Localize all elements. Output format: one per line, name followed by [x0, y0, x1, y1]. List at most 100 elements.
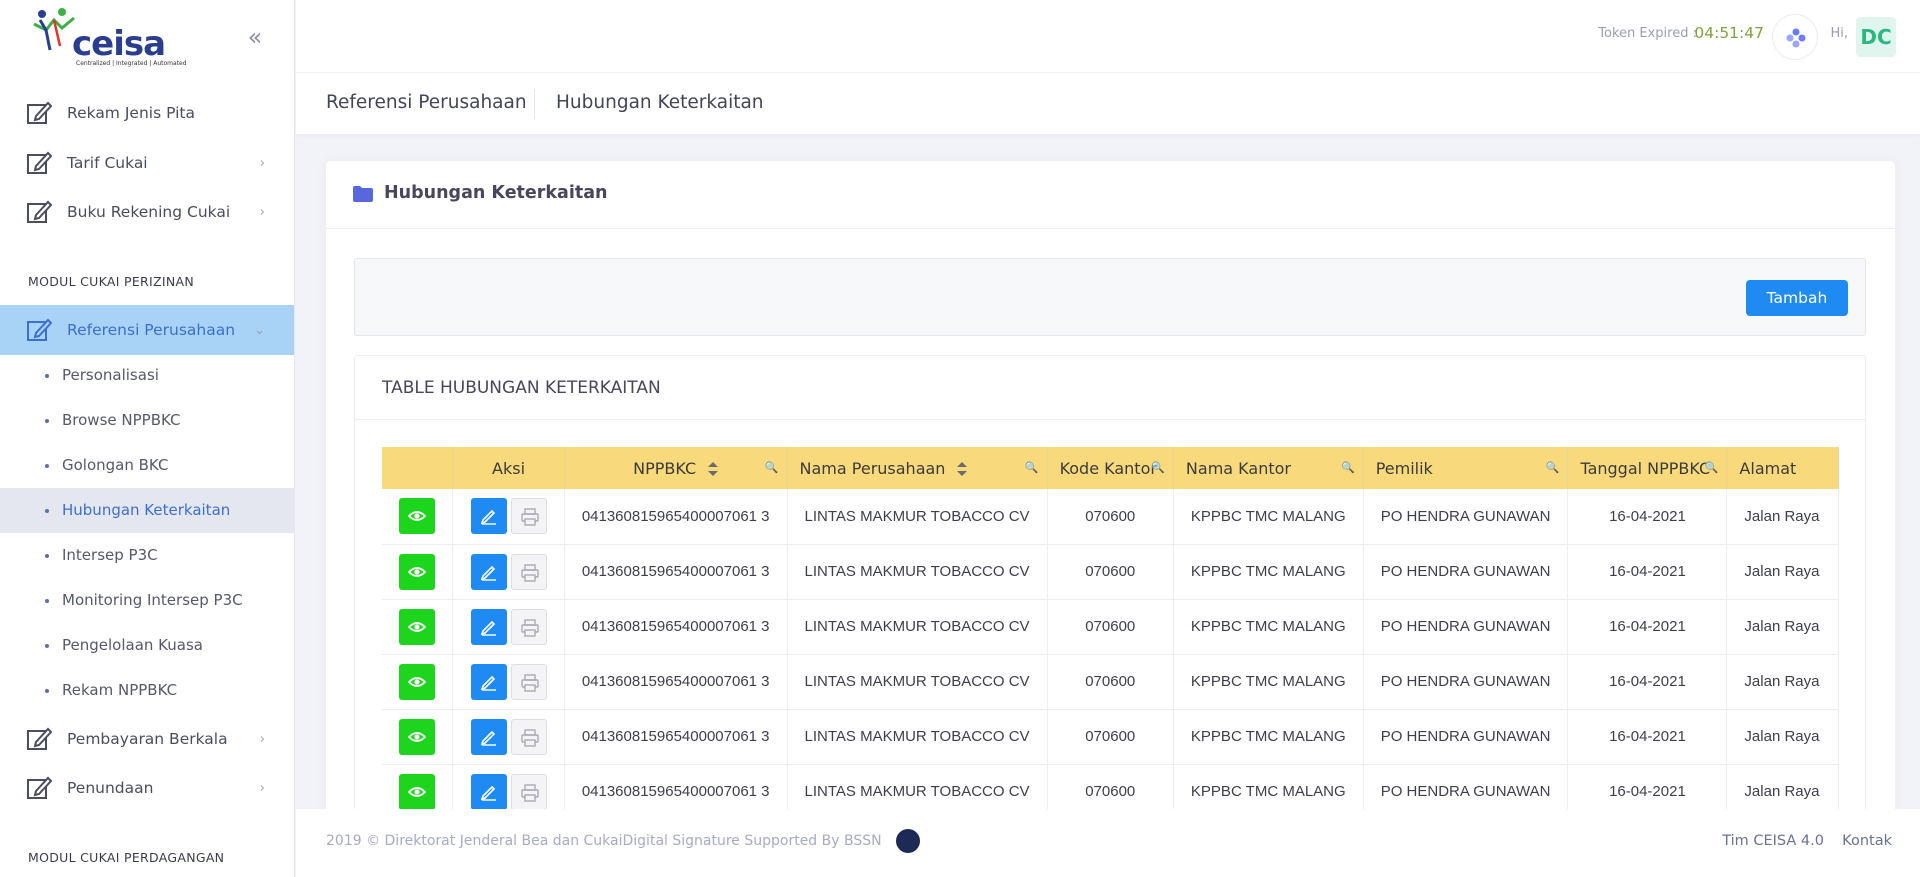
- search-icon[interactable]: 🔍: [765, 461, 779, 474]
- column-header-tanggal-nppbkc[interactable]: Tanggal NPPBKC 🔍: [1567, 447, 1728, 489]
- cell-tanggal-nppbkc: 16-04-2021: [1567, 654, 1728, 710]
- cell-tanggal-nppbkc: 16-04-2021: [1567, 544, 1728, 600]
- column-header-kode-kantor[interactable]: Kode Kantor 🔍: [1047, 447, 1174, 489]
- cell-alamat: Jalan Raya: [1726, 599, 1839, 655]
- cell-nppbkc: 041360815965400007061 3: [564, 654, 788, 710]
- sidebar-item-rekam-jenis-pita[interactable]: Rekam Jenis Pita: [0, 88, 294, 138]
- table-card-header: TABLE HUBUNGAN KETERKAITAN: [355, 356, 1865, 420]
- print-button[interactable]: [510, 663, 547, 700]
- sidebar: ceisa Centralized | Integrated | Automat…: [0, 0, 295, 877]
- notification-icon[interactable]: [1772, 14, 1818, 60]
- cell-pemilik: PO HENDRA GUNAWAN: [1363, 489, 1569, 545]
- sidebar-subitem-pengelolaan-kuasa[interactable]: Pengelolaan Kuasa: [0, 623, 294, 668]
- action-cell: [452, 544, 565, 600]
- print-button[interactable]: [510, 498, 547, 535]
- bullet-icon: [45, 509, 49, 513]
- sidebar-item-tarif-cukai[interactable]: Tarif Cukai ›: [0, 138, 294, 188]
- sidebar-subitem-personalisasi[interactable]: Personalisasi: [0, 353, 294, 398]
- printer-icon: [520, 728, 539, 747]
- portlet-header: Hubungan Keterkaitan: [326, 161, 1895, 229]
- cell-nama-kantor: KPPBC TMC MALANG: [1173, 544, 1364, 600]
- sidebar-item-label: Pembayaran Berkala: [67, 730, 228, 748]
- view-button[interactable]: [399, 553, 436, 590]
- cell-nama-perusahaan: LINTAS MAKMUR TOBACCO CV: [787, 654, 1048, 710]
- edit-button[interactable]: [470, 773, 507, 810]
- cell-nppbkc: 041360815965400007061 3: [564, 489, 788, 545]
- view-button[interactable]: [399, 718, 436, 755]
- breadcrumb-parent[interactable]: Referensi Perusahaan: [326, 92, 527, 113]
- bullet-icon: [45, 554, 49, 558]
- cell-kode-kantor: 070600: [1047, 599, 1174, 655]
- search-icon[interactable]: 🔍: [1705, 461, 1719, 474]
- view-button[interactable]: [399, 663, 436, 700]
- sidebar-item-referensi-perusahaan[interactable]: Referensi Perusahaan ⌄: [0, 305, 294, 355]
- cell-nama-perusahaan: LINTAS MAKMUR TOBACCO CV: [787, 489, 1048, 545]
- cell-pemilik: PO HENDRA GUNAWAN: [1363, 599, 1569, 655]
- sidebar-subitem-intersep-p3c[interactable]: Intersep P3C: [0, 533, 294, 578]
- view-button[interactable]: [399, 608, 436, 645]
- toolbar: Tambah: [354, 258, 1866, 336]
- column-header-nama-kantor[interactable]: Nama Kantor 🔍: [1173, 447, 1364, 489]
- view-cell: [382, 599, 454, 655]
- logo-wordmark: ceisa: [72, 24, 166, 64]
- sort-icon[interactable]: [957, 462, 968, 476]
- column-header-nppbkc[interactable]: NPPBKC 🔍: [564, 447, 788, 489]
- table-row: 041360815965400007061 3 LINTAS MAKMUR TOB…: [382, 709, 1839, 765]
- search-icon[interactable]: 🔍: [1341, 461, 1355, 474]
- bullet-icon: [45, 689, 49, 693]
- sort-icon[interactable]: [708, 462, 719, 476]
- edit-button[interactable]: [470, 553, 507, 590]
- ceisa-logo[interactable]: ceisa Centralized | Integrated | Automat…: [32, 6, 187, 68]
- footer-link-kontak[interactable]: Kontak: [1842, 833, 1892, 849]
- logo-tagline: Centralized | Integrated | Automated: [76, 60, 187, 67]
- cell-tanggal-nppbkc: 16-04-2021: [1567, 599, 1728, 655]
- table-row: 041360815965400007061 3 LINTAS MAKMUR TOB…: [382, 544, 1839, 600]
- column-header-label: Pemilik: [1375, 458, 1433, 478]
- print-button[interactable]: [510, 773, 547, 810]
- sidebar-subitem-browse-nppbkc[interactable]: Browse NPPBKC: [0, 398, 294, 443]
- view-button[interactable]: [399, 498, 436, 535]
- footer-link-tim-ceisa[interactable]: Tim CEISA 4.0: [1722, 833, 1824, 849]
- cell-pemilik: PO HENDRA GUNAWAN: [1363, 544, 1569, 600]
- column-header-nama-perusahaan[interactable]: Nama Perusahaan 🔍: [787, 447, 1048, 489]
- search-icon[interactable]: 🔍: [1025, 461, 1039, 474]
- sidebar-item-label: Buku Rekening Cukai: [67, 203, 231, 221]
- sidebar-item-buku-rekening-cukai[interactable]: Buku Rekening Cukai ›: [0, 187, 294, 237]
- print-button[interactable]: [510, 553, 547, 590]
- chevron-right-icon: ›: [259, 780, 265, 796]
- printer-icon: [520, 508, 539, 526]
- cell-nama-perusahaan: LINTAS MAKMUR TOBACCO CV: [787, 599, 1048, 655]
- sidebar-item-pembayaran-berkala[interactable]: Pembayaran Berkala ›: [0, 714, 294, 764]
- print-button[interactable]: [510, 718, 547, 755]
- search-icon[interactable]: 🔍: [1151, 461, 1165, 474]
- edit-button[interactable]: [470, 718, 507, 755]
- sidebar-subitem-monitoring-intersep-p3c[interactable]: Monitoring Intersep P3C: [0, 578, 294, 623]
- view-cell: [382, 489, 454, 545]
- add-button[interactable]: Tambah: [1746, 280, 1848, 316]
- edit-button[interactable]: [470, 498, 507, 535]
- edit-icon: [27, 776, 52, 799]
- edit-button[interactable]: [470, 608, 507, 645]
- cell-tanggal-nppbkc: 16-04-2021: [1567, 709, 1728, 765]
- token-expired-label: Token Expired :: [1598, 26, 1697, 41]
- sidebar-item-penundaan[interactable]: Penundaan ›: [0, 763, 294, 813]
- edit-button[interactable]: [470, 663, 507, 700]
- table-body: 041360815965400007061 3 LINTAS MAKMUR TOB…: [382, 489, 1839, 820]
- print-button[interactable]: [510, 608, 547, 645]
- pencil-icon: [480, 785, 496, 801]
- view-button[interactable]: [399, 773, 436, 810]
- collapse-sidebar-icon[interactable]: «: [242, 24, 268, 50]
- search-icon[interactable]: 🔍: [1546, 461, 1560, 474]
- table-card: TABLE HUBUNGAN KETERKAITAN Aksi NPPBKC 🔍 …: [354, 355, 1866, 861]
- cell-kode-kantor: 070600: [1047, 654, 1174, 710]
- column-header-label: Tanggal NPPBKC: [1580, 458, 1711, 478]
- table-scroll-area[interactable]: Aksi NPPBKC 🔍 Nama Perusahaan 🔍 Kode Kanto…: [382, 447, 1839, 861]
- sidebar-subitem-rekam-nppbkc[interactable]: Rekam NPPBKC: [0, 668, 294, 713]
- column-header-alamat[interactable]: Alamat: [1726, 447, 1839, 489]
- column-header-pemilik[interactable]: Pemilik 🔍: [1363, 447, 1569, 489]
- sidebar-subitem-hubungan-keterkaitan[interactable]: Hubungan Keterkaitan: [0, 488, 294, 533]
- pencil-icon: [480, 620, 496, 636]
- user-avatar[interactable]: DC: [1856, 17, 1896, 57]
- cell-tanggal-nppbkc: 16-04-2021: [1567, 489, 1728, 545]
- sidebar-subitem-golongan-bkc[interactable]: Golongan BKC: [0, 443, 294, 488]
